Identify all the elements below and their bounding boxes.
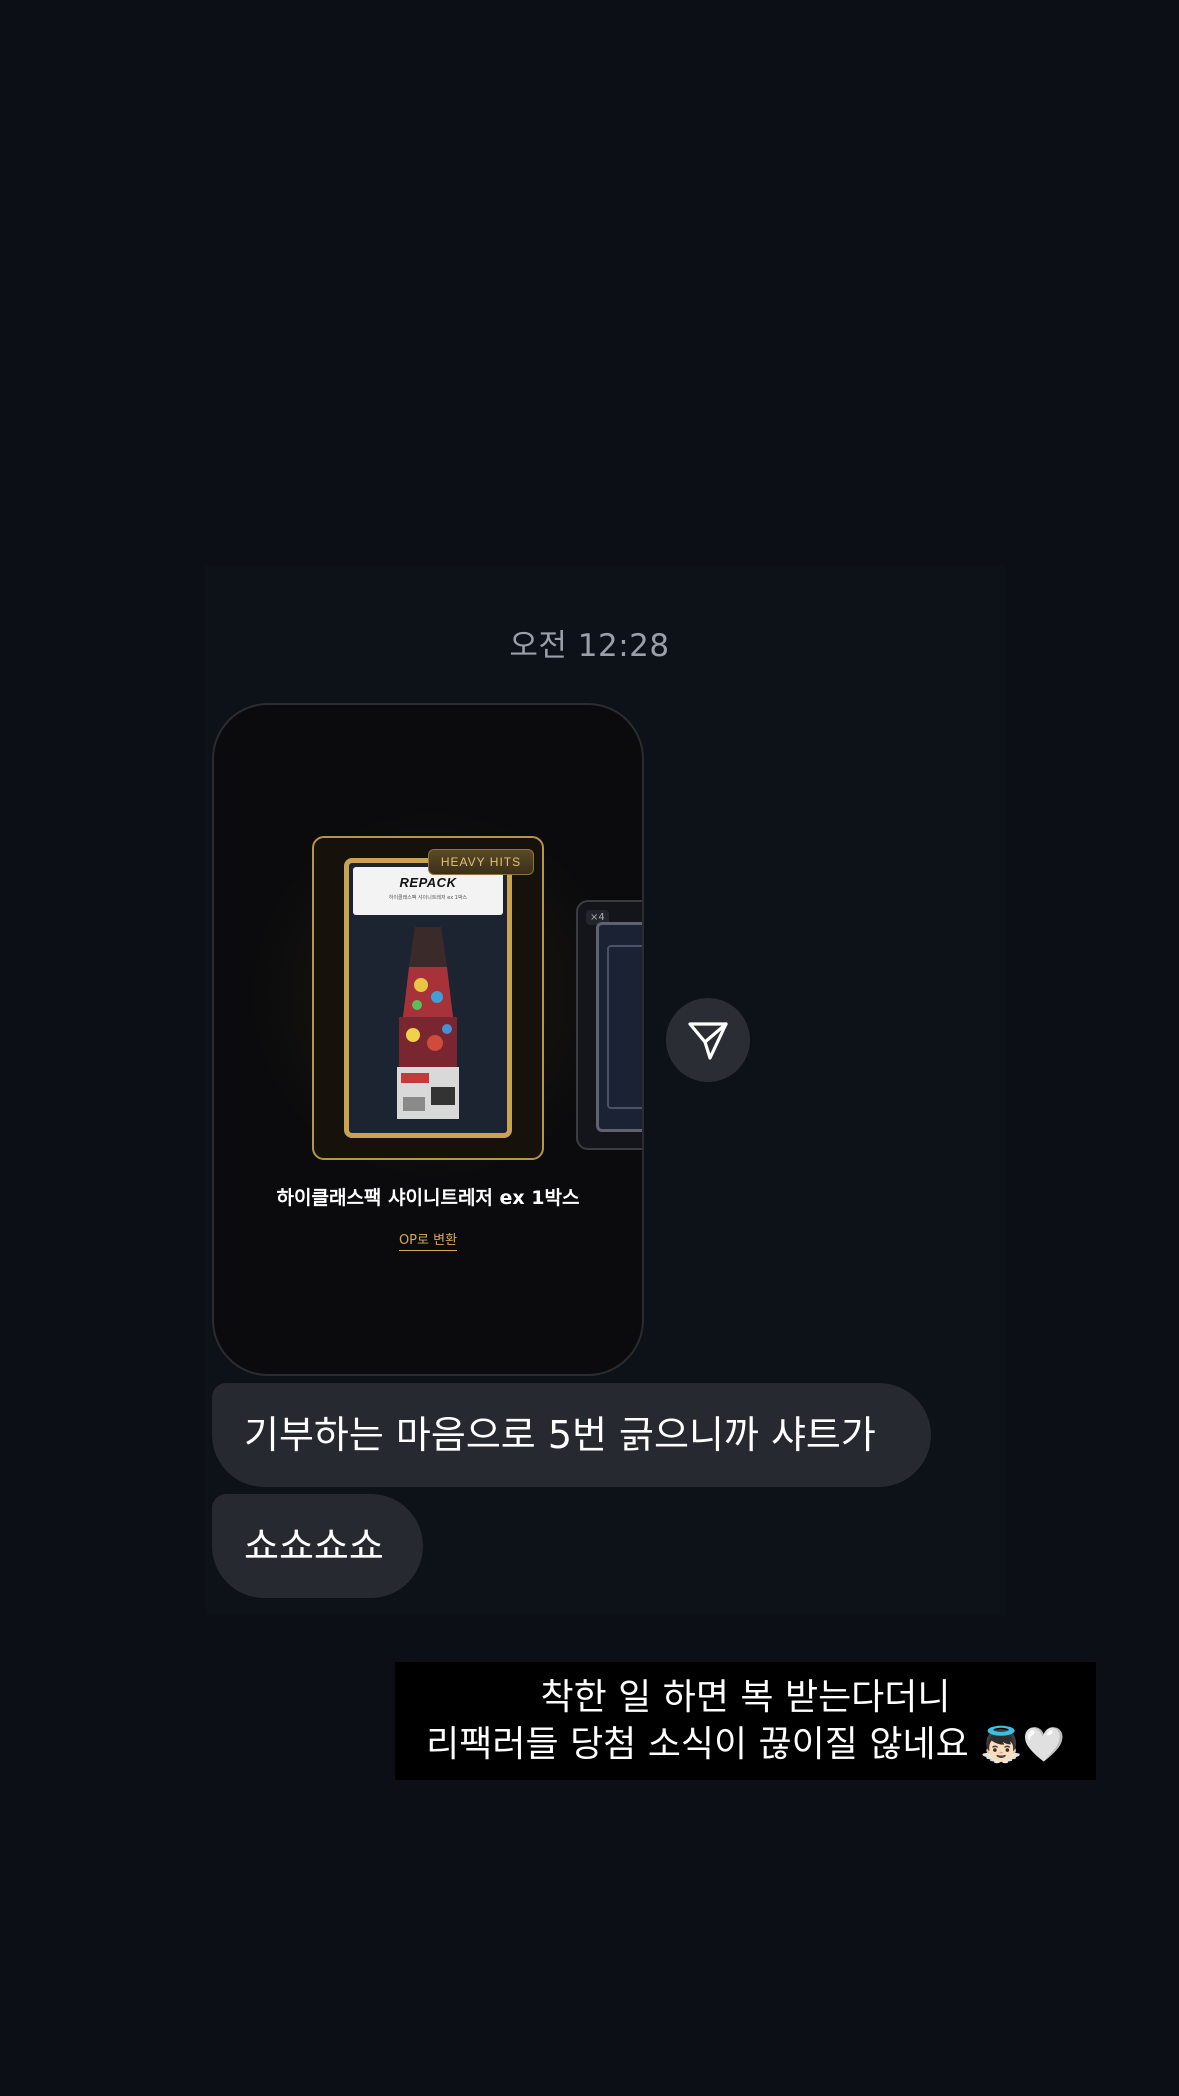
booster-box-art [397, 927, 459, 1119]
shared-product-card[interactable]: ×4 REPACK 하이클래스팩 샤이니트레저 ex 1박스 HEAVY HIT… [212, 703, 644, 1376]
caption-emojis: 👼🏻🤍 [980, 1725, 1065, 1765]
repack-subtitle: 하이클래스팩 샤이니트레저 ex 1박스 [388, 895, 468, 901]
heavy-hits-badge: HEAVY HITS [428, 849, 534, 875]
message-timestamp: 오전 12:28 [509, 628, 670, 664]
product-frame[interactable]: REPACK 하이클래스팩 샤이니트레저 ex 1박스 HEAVY HITS [312, 836, 544, 1160]
story-caption: 착한 일 하면 복 받는다더니 리팩러들 당첨 소식이 끊이질 않네요 👼🏻🤍 [395, 1662, 1096, 1780]
caption-line-1: 착한 일 하면 복 받는다더니 [540, 1677, 951, 1718]
product-name: 하이클래스팩 샤이니트레저 ex 1박스 [276, 1187, 580, 1209]
convert-to-op-link[interactable]: OP로 변환 [214, 1229, 642, 1251]
caption-line-2-text: 리팩러들 당첨 소식이 끊이질 않네요 [426, 1724, 969, 1765]
product-image: REPACK 하이클래스팩 샤이니트레저 ex 1박스 [344, 858, 512, 1138]
paper-plane-icon [688, 1022, 728, 1060]
share-button[interactable] [666, 998, 750, 1082]
message-bubble[interactable]: 기부하는 마음으로 5번 긁으니까 샤트가 [212, 1383, 931, 1487]
convert-label: OP로 변환 [398, 1233, 458, 1251]
message-bubble[interactable]: 쇼쇼쇼쇼 [212, 1494, 423, 1598]
caption-line-2: 리팩러들 당첨 소식이 끊이질 않네요 👼🏻🤍 [395, 1721, 1096, 1769]
repack-title: REPACK [399, 875, 457, 890]
next-product-card[interactable]: ×4 [576, 900, 642, 1150]
side-card-image [596, 922, 642, 1132]
